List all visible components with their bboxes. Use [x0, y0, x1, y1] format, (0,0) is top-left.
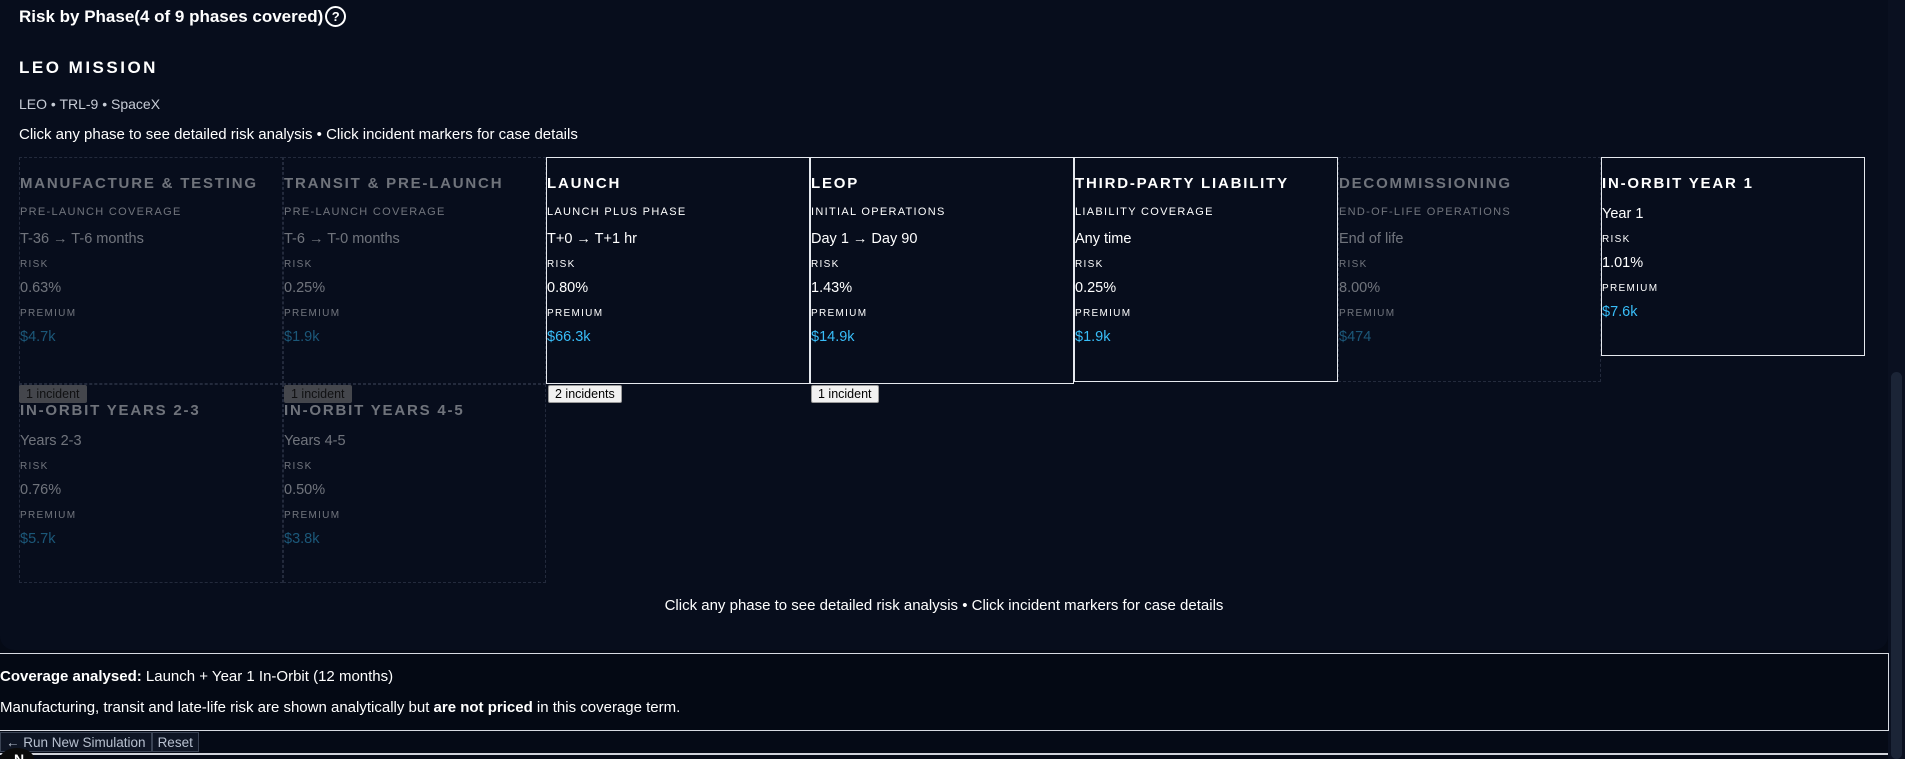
phase-premium: $1.9k [284, 329, 320, 345]
phase-premium: $7.6k [1602, 304, 1638, 320]
phase-sub: LIABILITY COVERAGE [1075, 206, 1214, 218]
premium-label: PREMIUM [284, 510, 341, 521]
coverage-summary [0, 653, 1889, 731]
phase-card-decommissioning[interactable]: DECOMMISSIONING END-OF-LIFE OPERATIONS E… [1338, 157, 1601, 382]
premium-label: PREMIUM [20, 308, 77, 319]
phase-sub: END-OF-LIFE OPERATIONS [1339, 206, 1512, 218]
phase-name: IN-ORBIT YEARS 2-3 [20, 402, 201, 419]
premium-label: PREMIUM [811, 308, 868, 319]
phase-period: T-6 → T-0 months [284, 231, 400, 247]
incident-marker-launch[interactable]: 2 incidents [548, 385, 622, 403]
premium-label: PREMIUM [1339, 308, 1396, 319]
risk-label: RISK [20, 259, 49, 270]
premium-label: PREMIUM [1602, 283, 1659, 294]
coverage-label: Coverage analysed: [0, 668, 142, 685]
risk-label: RISK [1339, 259, 1368, 270]
premium-label: PREMIUM [20, 510, 77, 521]
coverage-note: Manufacturing, transit and late-life ris… [0, 699, 680, 716]
risk-label: RISK [811, 259, 840, 270]
risk-label: RISK [1075, 259, 1104, 270]
phase-period: Any time [1075, 231, 1132, 247]
risk-label: RISK [547, 259, 576, 270]
phase-premium: $14.9k [811, 329, 855, 345]
page-title-text: Risk by Phase(4 of 9 phases covered) [19, 6, 324, 26]
premium-label: PREMIUM [284, 308, 341, 319]
phase-premium: $5.7k [20, 531, 56, 547]
instructions-top: Click any phase to see detailed risk ana… [19, 126, 578, 143]
coverage-value: Launch + Year 1 In-Orbit (12 months) [141, 668, 394, 685]
phase-name: IN-ORBIT YEARS 4-5 [284, 402, 465, 419]
phase-name: DECOMMISSIONING [1339, 175, 1512, 192]
phase-period: End of life [1339, 231, 1404, 247]
reset-button[interactable]: Reset [151, 732, 199, 752]
phase-sub: LAUNCH PLUS PHASE [547, 206, 687, 218]
phase-card-year-1[interactable]: IN-ORBIT YEAR 1 Year 1 RISK 1.01% PREMIU… [1601, 157, 1865, 356]
phase-name: TRANSIT & PRE-LAUNCH [284, 175, 504, 192]
phase-premium: $1.9k [1075, 329, 1111, 345]
phase-risk: 0.25% [1075, 280, 1117, 296]
phase-risk: 0.80% [547, 280, 589, 296]
incident-marker-manufacture[interactable]: 1 incident [19, 385, 87, 403]
incident-marker-transit[interactable]: 1 incident [284, 385, 352, 403]
coverage-note-prefix: Manufacturing, transit and late-life ris… [0, 699, 434, 716]
coverage-note-suffix: in this coverage term. [532, 699, 681, 716]
instructions-bottom: Click any phase to see detailed risk ana… [664, 597, 1224, 614]
coverage-note-bold: are not priced [433, 699, 533, 716]
scrollbar[interactable] [1888, 0, 1905, 759]
phase-name: THIRD-PARTY LIABILITY [1075, 175, 1289, 192]
phase-name: LAUNCH [547, 175, 622, 192]
phase-sub: PRE-LAUNCH COVERAGE [20, 206, 182, 218]
phase-risk: 1.43% [811, 280, 853, 296]
phase-period: Day 1 → Day 90 [811, 231, 918, 247]
phase-risk: 0.50% [284, 482, 326, 498]
phase-risk: 1.01% [1602, 255, 1644, 271]
phase-premium: $66.3k [547, 329, 591, 345]
phase-name: MANUFACTURE & TESTING [20, 175, 258, 192]
phase-card-years-4-5[interactable]: IN-ORBIT YEARS 4-5 Years 4-5 RISK 0.50% … [283, 384, 546, 583]
phase-card-transit[interactable]: TRANSIT & PRE-LAUNCH PRE-LAUNCH COVERAGE… [283, 157, 546, 384]
divider [0, 753, 1888, 755]
help-icon[interactable]: ? [325, 6, 347, 27]
action-buttons: ← Run New Simulation Reset [0, 732, 199, 752]
phase-card-manufacture[interactable]: MANUFACTURE & TESTING PRE-LAUNCH COVERAG… [19, 157, 283, 384]
phase-sub: PRE-LAUNCH COVERAGE [284, 206, 446, 218]
phase-period: T+0 → T+1 hr [547, 231, 637, 247]
phase-card-launch[interactable]: LAUNCH LAUNCH PLUS PHASE T+0 → T+1 hr RI… [546, 157, 810, 384]
risk-label: RISK [1602, 234, 1631, 245]
phase-sub: INITIAL OPERATIONS [811, 206, 946, 218]
phase-risk: 0.25% [284, 280, 326, 296]
risk-label: RISK [284, 461, 313, 472]
phase-period: T-36 → T-6 months [20, 231, 144, 247]
phase-risk: 0.63% [20, 280, 62, 296]
risk-label: RISK [284, 259, 313, 270]
phase-premium: $4.7k [20, 329, 56, 345]
phase-card-leop[interactable]: LEOP INITIAL OPERATIONS Day 1 → Day 90 R… [810, 157, 1074, 384]
phase-name: LEOP [811, 175, 860, 192]
mission-title: LEO MISSION [19, 58, 158, 77]
phase-period: Years 4-5 [284, 433, 346, 449]
phase-card-years-2-3[interactable]: IN-ORBIT YEARS 2-3 Years 2-3 RISK 0.76% … [19, 384, 283, 583]
phase-premium: $474 [1339, 329, 1372, 345]
coverage-analysed: Coverage analysed: Launch + Year 1 In-Or… [0, 668, 393, 685]
risk-label: RISK [20, 461, 49, 472]
page-title: Risk by Phase(4 of 9 phases covered) ? [19, 6, 347, 27]
phase-risk: 0.76% [20, 482, 62, 498]
phase-period: Years 2-3 [20, 433, 82, 449]
phase-name: IN-ORBIT YEAR 1 [1602, 175, 1754, 192]
mission-subtitle: LEO • TRL-9 • SpaceX [19, 96, 161, 112]
phase-period: Year 1 [1602, 206, 1644, 222]
phase-card-third-party[interactable]: THIRD-PARTY LIABILITY LIABILITY COVERAGE… [1074, 157, 1338, 382]
scrollbar-thumb[interactable] [1891, 372, 1902, 759]
phase-risk: 8.00% [1339, 280, 1381, 296]
incident-marker-leop[interactable]: 1 incident [811, 385, 879, 403]
premium-label: PREMIUM [547, 308, 604, 319]
premium-label: PREMIUM [1075, 308, 1132, 319]
phase-premium: $3.8k [284, 531, 320, 547]
